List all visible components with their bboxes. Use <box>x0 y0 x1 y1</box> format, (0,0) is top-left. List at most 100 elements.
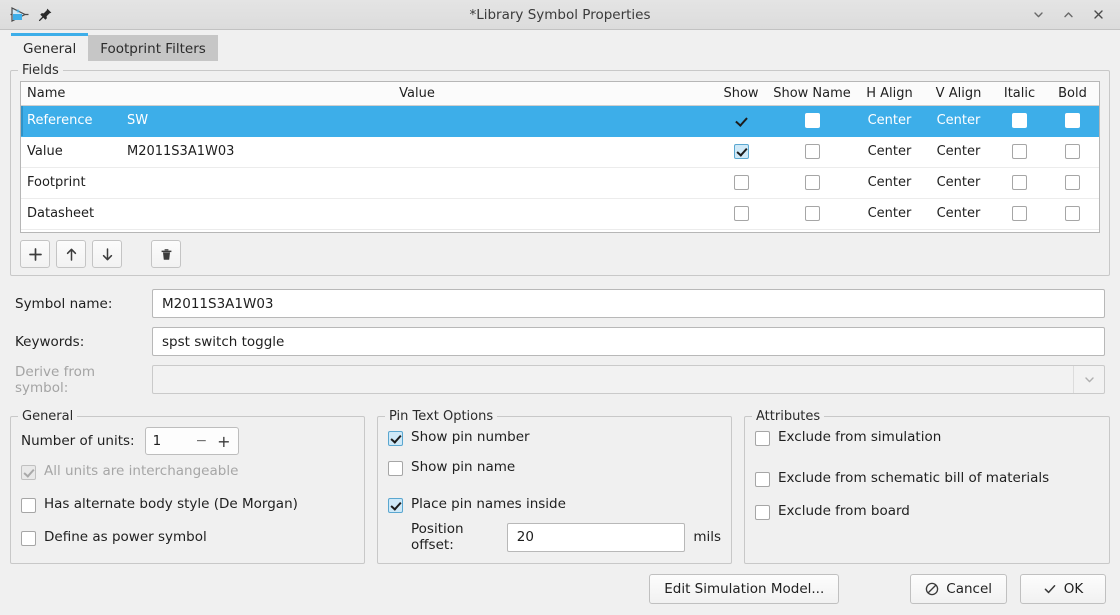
position-offset-input[interactable]: 20 <box>506 522 686 552</box>
checkbox[interactable] <box>804 113 820 128</box>
power-symbol-checkbox[interactable] <box>21 530 36 546</box>
checkbox[interactable] <box>1065 113 1080 128</box>
checkbox[interactable] <box>804 144 820 159</box>
dialog-content: Fields Name Value Show Show Name H Align… <box>0 61 1120 568</box>
table-row[interactable]: Value M2011S3A1W03 Center Center <box>21 136 1099 168</box>
cell-show[interactable] <box>713 105 769 137</box>
cell-italic[interactable] <box>993 167 1046 199</box>
tab-general[interactable]: General <box>11 33 89 61</box>
column-header-show-name[interactable]: Show Name <box>769 82 855 106</box>
edit-simulation-model-button[interactable]: Edit Simulation Model... <box>649 573 840 604</box>
move-field-up-button[interactable] <box>56 240 86 268</box>
cell-value[interactable]: M2011S3A1W03 <box>121 136 713 168</box>
cell-bold[interactable] <box>1046 198 1099 230</box>
column-header-v-align[interactable]: V Align <box>924 82 993 106</box>
fields-table-container[interactable]: Name Value Show Show Name H Align V Alig… <box>20 81 1100 233</box>
cell-v-align[interactable]: Center <box>924 136 993 168</box>
cell-name[interactable]: Datasheet <box>21 198 121 230</box>
cell-italic[interactable] <box>993 136 1046 168</box>
cell-bold[interactable] <box>1046 167 1099 199</box>
de-morgan-checkbox[interactable] <box>21 497 36 513</box>
keywords-input[interactable]: spst switch toggle <box>152 327 1105 356</box>
plus-icon[interactable]: + <box>217 432 230 451</box>
show-pin-name-checkbox[interactable] <box>388 460 403 476</box>
cell-bold[interactable] <box>1046 105 1099 137</box>
symbol-name-input[interactable]: M2011S3A1W03 <box>152 289 1105 318</box>
cancel-button[interactable]: Cancel <box>910 573 1007 604</box>
place-pin-names-inside-row[interactable]: Place pin names inside <box>388 492 721 518</box>
exclude-from-bom-row[interactable]: Exclude from schematic bill of materials <box>755 466 1099 492</box>
column-header-bold[interactable]: Bold <box>1046 82 1099 106</box>
move-field-down-button[interactable] <box>92 240 122 268</box>
close-button[interactable] <box>1090 7 1106 23</box>
add-field-button[interactable] <box>20 240 50 268</box>
show-pin-name-row[interactable]: Show pin name <box>388 455 721 481</box>
cell-value[interactable]: SW <box>121 105 713 137</box>
column-header-show[interactable]: Show <box>713 82 769 106</box>
cell-italic[interactable] <box>993 105 1046 137</box>
show-pin-number-row[interactable]: Show pin number <box>388 425 721 451</box>
cell-show-name[interactable] <box>769 198 855 230</box>
show-pin-number-checkbox[interactable] <box>388 430 403 446</box>
cell-name[interactable]: Value <box>21 136 121 168</box>
table-row[interactable]: Footprint Center Center <box>21 167 1099 199</box>
ok-button[interactable]: OK <box>1020 573 1106 604</box>
checkbox[interactable] <box>804 206 820 221</box>
checkbox[interactable] <box>1065 144 1080 159</box>
cell-value[interactable] <box>121 198 713 230</box>
cell-name[interactable]: Reference <box>21 105 121 137</box>
cell-italic[interactable] <box>993 198 1046 230</box>
cell-bold[interactable] <box>1046 136 1099 168</box>
power-symbol-row[interactable]: Define as power symbol <box>21 525 354 551</box>
cell-show[interactable] <box>713 198 769 230</box>
cell-v-align[interactable]: Center <box>924 198 993 230</box>
exclude-from-bom-checkbox[interactable] <box>755 471 770 487</box>
column-header-value[interactable]: Value <box>121 82 713 106</box>
cell-h-align[interactable]: Center <box>855 105 924 137</box>
position-offset-row: Position offset: 20 mils <box>388 521 721 553</box>
cell-show-name[interactable] <box>769 105 855 137</box>
cell-name[interactable]: Footprint <box>21 167 121 199</box>
checkbox[interactable] <box>804 175 820 190</box>
minus-icon[interactable]: − <box>195 433 217 449</box>
chevron-down-icon[interactable] <box>1073 366 1104 393</box>
cell-h-align[interactable]: Center <box>855 136 924 168</box>
place-pin-names-inside-checkbox[interactable] <box>388 497 403 513</box>
maximize-button[interactable] <box>1060 7 1076 23</box>
cell-v-align[interactable]: Center <box>924 167 993 199</box>
cell-show[interactable] <box>713 136 769 168</box>
derive-from-symbol-combobox[interactable] <box>152 365 1105 394</box>
checkbox[interactable] <box>1065 206 1080 221</box>
delete-field-button[interactable] <box>151 240 181 268</box>
table-row[interactable]: Reference SW Center Center <box>21 105 1099 137</box>
pin-icon[interactable] <box>38 7 53 22</box>
tab-footprint-filters[interactable]: Footprint Filters <box>88 35 218 61</box>
checkbox[interactable] <box>1012 206 1027 221</box>
column-header-name[interactable]: Name <box>21 82 121 106</box>
cell-h-align[interactable]: Center <box>855 198 924 230</box>
exclude-from-simulation-checkbox[interactable] <box>755 430 770 446</box>
column-header-h-align[interactable]: H Align <box>855 82 924 106</box>
checkbox[interactable] <box>733 175 749 190</box>
cell-v-align[interactable]: Center <box>924 105 993 137</box>
cell-value[interactable] <box>121 167 713 199</box>
number-of-units-stepper[interactable]: 1 − + <box>144 427 239 455</box>
cell-show[interactable] <box>713 167 769 199</box>
checkbox[interactable] <box>1065 175 1080 190</box>
checkbox[interactable] <box>1012 113 1027 128</box>
checkbox[interactable] <box>1012 144 1027 159</box>
exclude-from-board-checkbox[interactable] <box>755 504 770 520</box>
cell-show-name[interactable] <box>769 167 855 199</box>
column-header-italic[interactable]: Italic <box>993 82 1046 106</box>
de-morgan-row[interactable]: Has alternate body style (De Morgan) <box>21 492 354 518</box>
minimize-button[interactable] <box>1030 7 1046 23</box>
checkbox[interactable] <box>733 144 749 159</box>
exclude-from-simulation-row[interactable]: Exclude from simulation <box>755 425 1099 451</box>
table-row[interactable]: Datasheet Center Center <box>21 198 1099 230</box>
checkbox[interactable] <box>1012 175 1027 190</box>
exclude-from-board-row[interactable]: Exclude from board <box>755 499 1099 525</box>
cell-h-align[interactable]: Center <box>855 167 924 199</box>
fields-group-title: Fields <box>18 63 63 78</box>
cell-show-name[interactable] <box>769 136 855 168</box>
checkbox[interactable] <box>733 206 749 221</box>
